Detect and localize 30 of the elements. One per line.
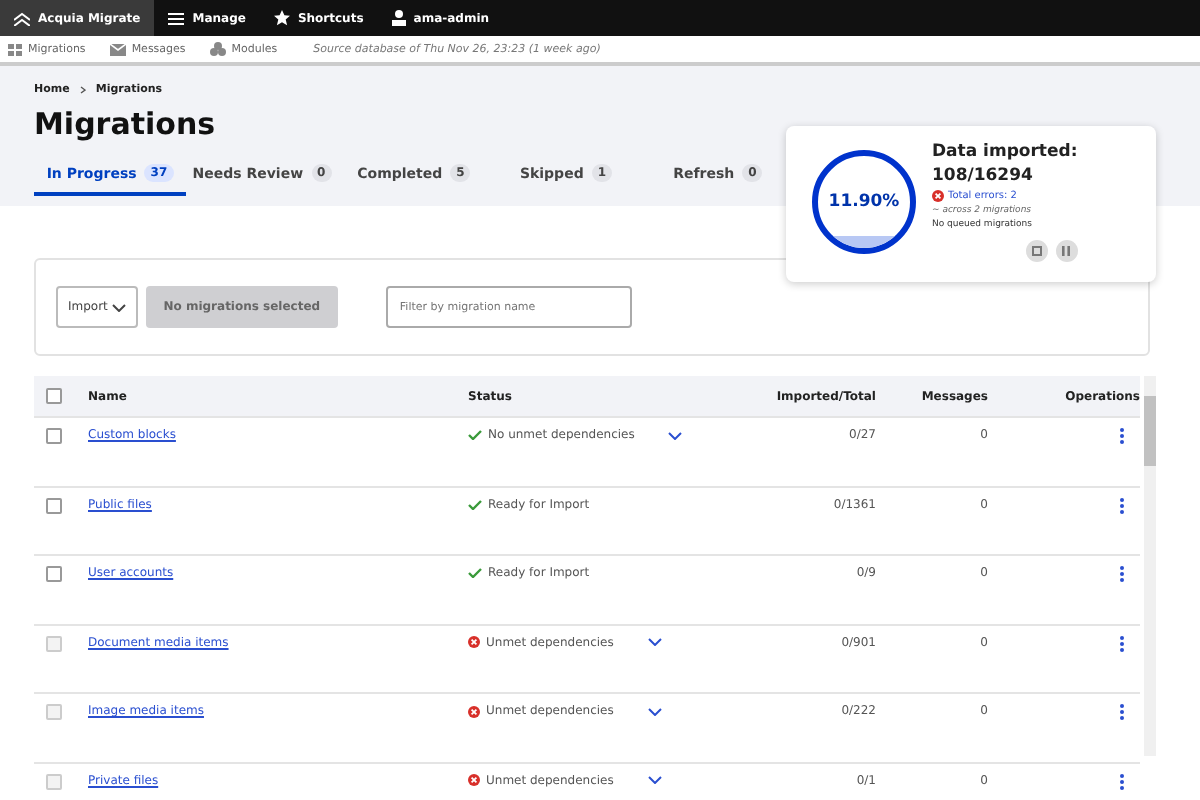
scrollbar[interactable] bbox=[1144, 376, 1156, 756]
error-icon bbox=[468, 774, 480, 786]
stop-button[interactable] bbox=[1025, 240, 1048, 262]
user-icon bbox=[391, 10, 406, 26]
pause-button[interactable] bbox=[1055, 240, 1078, 262]
row-checkbox[interactable] bbox=[46, 428, 62, 444]
caret-icon bbox=[111, 303, 126, 311]
error-icon bbox=[468, 705, 480, 717]
check-icon bbox=[468, 568, 482, 578]
select-all-checkbox[interactable] bbox=[46, 388, 62, 404]
grid-icon bbox=[8, 43, 22, 55]
import-count: 108/16294 bbox=[932, 166, 1035, 186]
star-icon bbox=[273, 10, 290, 26]
check-icon bbox=[468, 499, 482, 509]
pause-icon bbox=[1062, 246, 1071, 256]
menu-icon bbox=[168, 11, 185, 25]
check-icon bbox=[468, 430, 482, 440]
mail-icon bbox=[109, 43, 126, 55]
error-icon bbox=[468, 636, 480, 648]
modules-icon bbox=[209, 42, 226, 56]
chevrons-icon bbox=[14, 11, 30, 25]
error-icon bbox=[932, 190, 944, 202]
row-checkbox[interactable] bbox=[46, 497, 62, 513]
card-heading: Data imported: bbox=[932, 142, 1078, 162]
page-title: Migrations bbox=[34, 106, 218, 142]
percent-text: 11.90% bbox=[828, 192, 900, 212]
chevron-down-icon[interactable] bbox=[668, 431, 683, 439]
row-checkbox[interactable] bbox=[46, 566, 62, 582]
square-icon bbox=[1031, 246, 1042, 256]
chevron-right-icon bbox=[79, 86, 86, 94]
